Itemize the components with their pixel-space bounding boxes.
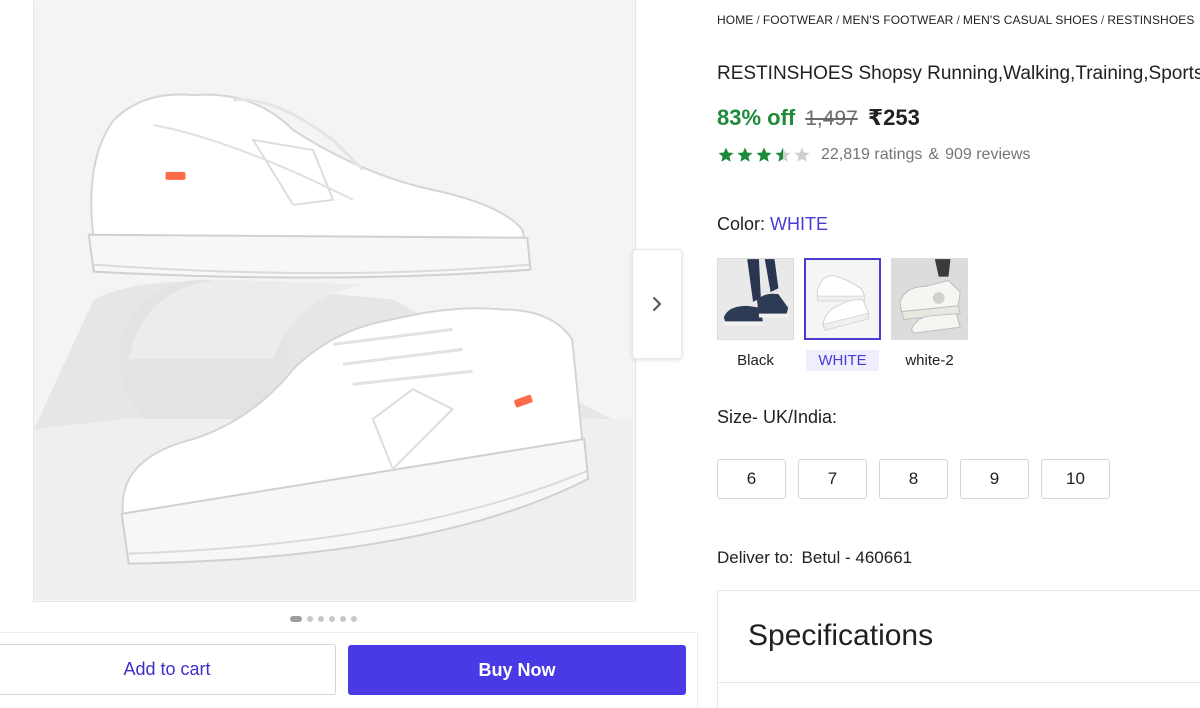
add-to-cart-button[interactable]: Add to cart <box>0 644 336 695</box>
shoe-thumbnail-image <box>892 259 967 339</box>
color-swatch-white[interactable]: WHITE <box>804 258 881 371</box>
color-thumbnail-white-2 <box>891 258 968 340</box>
product-main-image[interactable] <box>33 0 636 602</box>
color-thumbnail-white <box>804 258 881 340</box>
breadcrumb-footwear[interactable]: FOOTWEAR <box>763 13 833 27</box>
star-icon <box>718 147 734 162</box>
pagination-dot[interactable] <box>351 616 357 622</box>
star-rating <box>717 146 811 164</box>
color-swatch-black[interactable]: Black <box>717 258 794 371</box>
pagination-dot[interactable] <box>329 616 335 622</box>
product-gallery: Add to cart Buy Now <box>0 0 700 708</box>
specifications-title: Specifications <box>748 619 934 652</box>
delivery-info[interactable]: Deliver to: Betul - 460661 <box>717 548 912 568</box>
color-label-text: Color: <box>717 214 766 234</box>
color-swatches: Black WHITE white-2 <box>717 258 968 371</box>
purchase-action-bar: Add to cart Buy Now <box>0 632 698 708</box>
gallery-next-button[interactable] <box>632 249 682 359</box>
breadcrumb-mens-footwear[interactable]: MEN'S FOOTWEAR <box>842 13 953 27</box>
size-option-10[interactable]: 10 <box>1041 459 1110 499</box>
specifications-section: Specifications <box>717 590 1200 708</box>
shoe-image-illustration <box>34 0 635 601</box>
pagination-dot[interactable] <box>318 616 324 622</box>
breadcrumb-separator: / <box>1100 13 1105 27</box>
star-icon <box>737 147 753 162</box>
color-thumbnail-black <box>717 258 794 340</box>
pagination-dot[interactable] <box>290 616 302 622</box>
color-label: Color: WHITE <box>717 214 828 235</box>
breadcrumb-mens-casual-shoes[interactable]: MEN'S CASUAL SHOES <box>963 13 1098 27</box>
breadcrumb-brand[interactable]: RESTINSHOES <box>1107 13 1194 27</box>
product-details: HOME / FOOTWEAR / MEN'S FOOTWEAR / MEN'S CASUA… <box>717 0 1200 708</box>
breadcrumb-separator: / <box>956 13 960 27</box>
pagination-dot[interactable] <box>307 616 313 622</box>
price-row: 83% off 1,497 ₹253 <box>717 105 920 131</box>
discount-percent: 83% off <box>717 105 796 130</box>
color-name: WHITE <box>806 350 879 371</box>
size-options: 6 7 8 9 10 <box>717 459 1110 499</box>
buy-now-button[interactable]: Buy Now <box>348 645 686 695</box>
original-price: 1,497 <box>805 107 858 130</box>
shoe-thumbnail-image <box>806 260 879 338</box>
product-title: RESTINSHOES Shopsy Running,Walking,Train… <box>717 63 1200 84</box>
size-option-8[interactable]: 8 <box>879 459 948 499</box>
breadcrumb: HOME / FOOTWEAR / MEN'S FOOTWEAR / MEN'S CASUA… <box>717 13 1194 27</box>
star-icon <box>756 147 772 162</box>
delivery-location: Betul - 460661 <box>801 548 913 567</box>
shoe-thumbnail-image <box>718 259 793 339</box>
selected-color: WHITE <box>770 214 829 234</box>
star-icon <box>775 147 791 162</box>
ratings-separator: & <box>928 146 940 163</box>
selling-price: ₹253 <box>867 105 920 130</box>
breadcrumb-home[interactable]: HOME <box>717 13 753 27</box>
pagination-dot[interactable] <box>340 616 346 622</box>
size-option-7[interactable]: 7 <box>798 459 867 499</box>
breadcrumb-separator: / <box>756 13 760 27</box>
size-label: Size- UK/India: <box>717 407 838 427</box>
rating-row[interactable]: 22,819 ratings & 909 reviews <box>717 146 1030 164</box>
ratings-count: 22,819 ratings <box>821 146 923 163</box>
size-option-9[interactable]: 9 <box>960 459 1029 499</box>
size-option-6[interactable]: 6 <box>717 459 786 499</box>
deliver-label: Deliver to: <box>717 548 794 567</box>
color-swatch-white-2[interactable]: white-2 <box>891 258 968 371</box>
section-divider <box>718 682 1200 683</box>
color-name: Black <box>737 352 774 369</box>
reviews-count: 909 reviews <box>945 146 1031 163</box>
breadcrumb-separator: / <box>835 13 840 27</box>
chevron-right-icon <box>653 297 661 311</box>
color-name: white-2 <box>905 352 954 369</box>
star-icon <box>794 147 810 162</box>
gallery-pagination-dots <box>290 616 357 622</box>
rating-summary: 22,819 ratings & 909 reviews <box>821 146 1030 164</box>
